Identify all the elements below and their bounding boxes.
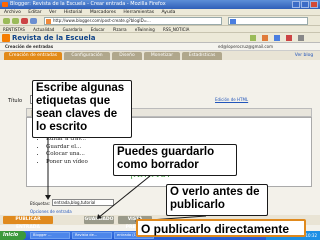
bookmark[interactable]: eTwinning [135, 27, 155, 32]
tab-monetizar[interactable]: Monetizar [144, 52, 180, 60]
section-title: Creación de entradas [5, 44, 54, 49]
taskbar-item[interactable]: Blogger ... [30, 232, 70, 239]
user-email: ed@loperocruz@gmail.com [218, 44, 273, 49]
blog-title[interactable]: Revista de la Escuela [12, 34, 95, 42]
bookmark[interactable]: Guardaría [63, 27, 83, 32]
tab-estadisticas[interactable]: Estadísticas [182, 52, 222, 60]
bookmark[interactable]: Pizarra [113, 27, 127, 32]
stop-icon[interactable] [21, 18, 28, 24]
blogger-header: Revista de la Escuela [0, 33, 320, 43]
bookmarks-bar: RENTISTAS Actualidad Guardaría Educar Pi… [0, 26, 320, 33]
blogger-logo-icon [2, 34, 10, 42]
close-icon[interactable] [310, 1, 318, 8]
search-engine-icon [230, 19, 236, 24]
navigation-toolbar: http://www.blogger.com/post-create.g?blo… [0, 16, 320, 26]
address-text: http://www.blogger.com/post-create.g?blo… [53, 18, 151, 23]
bookmark[interactable]: Actualidad [33, 27, 54, 32]
callout-save: Puedes guardarlo como borrador [113, 144, 237, 176]
tab-creacion[interactable]: Creación de entradas [4, 52, 62, 60]
site-favicon-icon [46, 19, 51, 24]
post-options-link[interactable]: Opciones de entrada [30, 209, 72, 214]
edit-html-link[interactable]: Edición de HTML [215, 97, 248, 102]
menu-bar: Archivo Editar Ver Historial Marcadores … [0, 9, 320, 16]
tab-diseno[interactable]: Diseño [112, 52, 142, 60]
title-label: Título [8, 98, 23, 104]
menu-item[interactable]: Historial [64, 10, 83, 15]
menu-item[interactable]: Marcadores [90, 10, 116, 15]
toolbar-icon[interactable] [286, 35, 292, 41]
dashboard-strip: Creación de entradas ed@loperocruz@gmail… [0, 43, 320, 51]
taskbar-item[interactable]: Revista de... [72, 232, 112, 239]
back-icon[interactable] [3, 18, 10, 24]
search-input[interactable] [228, 17, 308, 25]
window-controls [292, 1, 318, 8]
maximize-icon[interactable] [301, 1, 309, 8]
toolbar-icon[interactable] [274, 35, 280, 41]
forward-icon[interactable] [12, 18, 19, 24]
callout-publish: O publicarlo directamente [136, 219, 306, 237]
tags-label: Etiquetas: [30, 201, 51, 206]
tags-input[interactable]: entrada,blog,tutorial [52, 199, 114, 206]
tab-configuracion[interactable]: Configuración [64, 52, 110, 60]
menu-item[interactable]: Archivo [4, 10, 21, 15]
toolbar-icon[interactable] [250, 35, 256, 41]
menu-item[interactable]: Ayuda [162, 10, 176, 15]
window-title-bar: Blogger: Revista de la Escuela - Crear e… [0, 0, 320, 9]
callout-preview: O verlo antes de publicarlo [166, 184, 268, 216]
bookmark[interactable]: RENTISTAS [3, 27, 25, 32]
address-bar[interactable]: http://www.blogger.com/post-create.g?blo… [44, 17, 222, 25]
home-icon[interactable] [30, 18, 37, 24]
save-button[interactable]: GUARDADO [84, 216, 114, 224]
callout-tags: Escribe algunas etiquetas que sean clave… [32, 80, 132, 138]
toolbar-icon[interactable] [298, 35, 304, 41]
bookmark[interactable]: RSS_NOTICIA [163, 27, 189, 32]
minimize-icon[interactable] [292, 1, 300, 8]
blogger-tabs: Creación de entradas Configuración Diseñ… [0, 51, 320, 60]
menu-item[interactable]: Ver [49, 10, 56, 15]
window-title: Blogger: Revista de la Escuela - Crear e… [10, 1, 166, 7]
toolbar-icon[interactable] [262, 35, 268, 41]
publish-button[interactable]: PUBLICAR ENTRADA [3, 216, 53, 230]
bookmark[interactable]: Educar [91, 27, 105, 32]
menu-item[interactable]: Herramientas [123, 10, 154, 15]
menu-item[interactable]: Editar [28, 10, 41, 15]
firefox-icon [2, 2, 8, 7]
view-blog-link[interactable]: Ver blog [292, 52, 316, 60]
start-button[interactable]: Inicio [0, 231, 26, 240]
